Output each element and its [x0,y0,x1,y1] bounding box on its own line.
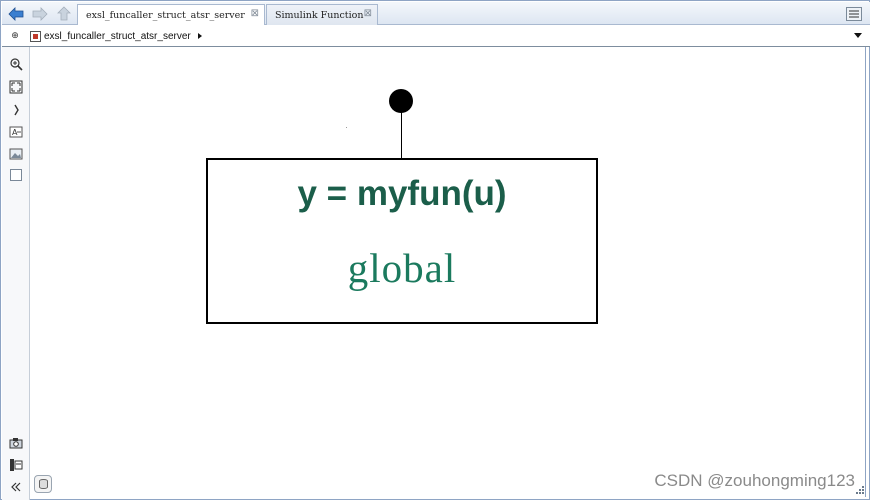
model-browser-icon[interactable] [8,457,24,473]
editor-window: exsl_funcaller_struct_atsr_server ⊠ Simu… [0,0,870,500]
camera-icon[interactable] [8,435,24,451]
fit-view-icon[interactable] [8,79,24,95]
breadcrumb-model[interactable]: exsl_funcaller_struct_atsr_server [30,28,202,44]
collapse-icon[interactable] [8,479,24,495]
resize-grip-icon[interactable] [856,486,866,496]
close-icon[interactable]: ⊠ [364,8,372,19]
canvas-mark [346,127,347,128]
block-subtitle: global [347,245,457,291]
model-data-button[interactable] [34,475,52,493]
trigger-port[interactable] [389,89,413,113]
trigger-line [401,111,402,159]
close-icon[interactable]: ⊠ [251,8,259,19]
block-title: y = myfun(u) [297,174,507,213]
scrollbar-edge [865,47,866,497]
palette-toolbar: A [2,47,30,500]
tab-strip: exsl_funcaller_struct_atsr_server ⊠ Simu… [2,2,870,26]
tab-simulink-function[interactable]: Simulink Function ⊠ [266,4,378,25]
chevron-right-icon[interactable] [197,33,202,39]
simulink-function-block[interactable]: y = myfun(u) global [206,158,598,324]
image-icon[interactable] [8,146,24,162]
diagram-canvas[interactable]: y = myfun(u) global [30,47,865,497]
hide-show-explorer-button[interactable]: ⊕ [6,28,24,44]
back-arrow-icon[interactable] [7,5,25,22]
breadcrumb: ⊕ exsl_funcaller_struct_atsr_server [2,25,870,47]
tab-model[interactable]: exsl_funcaller_struct_atsr_server ⊠ [77,4,265,26]
watermark: CSDN @zouhongming123 [654,471,855,490]
up-arrow-icon[interactable] [55,5,73,22]
tab-list-icon[interactable] [846,6,862,21]
tab-label: exsl_funcaller_struct_atsr_server [86,10,245,21]
forward-arrow-icon[interactable] [31,5,49,22]
model-icon [30,30,41,42]
tab-label: Simulink Function [275,9,364,21]
chevron-down-icon[interactable] [854,33,862,38]
database-icon [38,479,48,489]
arrow-icon[interactable] [8,102,24,118]
zoom-icon[interactable] [8,56,24,72]
area-icon[interactable] [8,167,24,183]
breadcrumb-label: exsl_funcaller_struct_atsr_server [44,30,191,42]
annotation-icon[interactable]: A [8,124,24,140]
